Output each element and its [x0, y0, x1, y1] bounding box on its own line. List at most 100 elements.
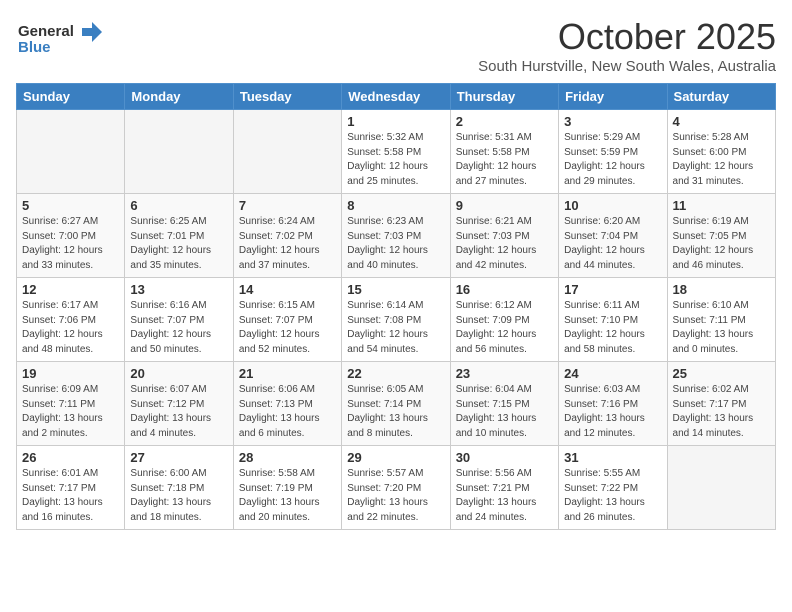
day-number: 26 [22, 450, 119, 465]
day-number: 18 [673, 282, 770, 297]
calendar-cell: 10 Sunrise: 6:20 AM Sunset: 7:04 PM Dayli… [559, 194, 667, 278]
week-row-2: 5Sunrise: 6:27 AM Sunset: 7:00 PM Daylig… [17, 194, 776, 278]
day-info: Sunrise: 6:19 AM Sunset: 7:05 PM Dayligh… [673, 215, 770, 273]
day-info: Sunrise: 6:14 AM Sunset: 7:08 PM Dayligh… [347, 299, 444, 357]
day-info: Sunrise: 5:58 AM Sunset: 7:19 PM Dayligh… [239, 467, 336, 525]
calendar-cell: 17 Sunrise: 6:11 AM Sunset: 7:10 PM Dayli… [559, 278, 667, 362]
day-info: Sunrise: 6:04 AM Sunset: 7:15 PM Dayligh… [456, 383, 553, 441]
header-wednesday: Wednesday [342, 84, 450, 110]
calendar-cell: 14 Sunrise: 6:15 AM Sunset: 7:07 PM Dayli… [233, 278, 341, 362]
day-number: 17 [564, 282, 661, 297]
day-number: 30 [456, 450, 553, 465]
logo: General Blue [16, 16, 106, 56]
day-number: 25 [673, 366, 770, 381]
day-info: Sunrise: 6:23 AM Sunset: 7:03 PM Dayligh… [347, 215, 444, 273]
day-info: Sunrise: 5:31 AM Sunset: 5:58 PM Dayligh… [456, 131, 553, 189]
calendar-cell: 11 Sunrise: 6:19 AM Sunset: 7:05 PM Dayli… [667, 194, 775, 278]
day-info: Sunrise: 6:05 AM Sunset: 7:14 PM Dayligh… [347, 383, 444, 441]
calendar-cell: 21Sunrise: 6:06 AM Sunset: 7:13 PM Dayli… [233, 362, 341, 446]
calendar-cell: 29Sunrise: 5:57 AM Sunset: 7:20 PM Dayli… [342, 446, 450, 530]
header-friday: Friday [559, 84, 667, 110]
day-number: 1 [347, 114, 444, 129]
day-info: Sunrise: 6:06 AM Sunset: 7:13 PM Dayligh… [239, 383, 336, 441]
header-thursday: Thursday [450, 84, 558, 110]
day-number: 28 [239, 450, 336, 465]
day-info: Sunrise: 6:21 AM Sunset: 7:03 PM Dayligh… [456, 215, 553, 273]
calendar-cell: 26 Sunrise: 6:01 AM Sunset: 7:17 PM Dayli… [17, 446, 125, 530]
day-number: 20 [130, 366, 227, 381]
header-row: SundayMondayTuesdayWednesdayThursdayFrid… [17, 84, 776, 110]
day-info: Sunrise: 5:28 AM Sunset: 6:00 PM Dayligh… [673, 131, 770, 189]
header-tuesday: Tuesday [233, 84, 341, 110]
calendar-cell: 12 Sunrise: 6:17 AM Sunset: 7:06 PM Dayli… [17, 278, 125, 362]
day-info: Sunrise: 5:56 AM Sunset: 7:21 PM Dayligh… [456, 467, 553, 525]
day-number: 8 [347, 198, 444, 213]
day-info: Sunrise: 6:01 AM Sunset: 7:17 PM Dayligh… [22, 467, 119, 525]
title-block: October 2025 South Hurstville, New South… [478, 16, 776, 75]
calendar-cell: 24 Sunrise: 6:03 AM Sunset: 7:16 PM Dayli… [559, 362, 667, 446]
day-info: Sunrise: 6:27 AM Sunset: 7:00 PM Dayligh… [22, 215, 119, 273]
day-number: 14 [239, 282, 336, 297]
calendar-cell: 2Sunrise: 5:31 AM Sunset: 5:58 PM Daylig… [450, 110, 558, 194]
month-title: October 2025 [478, 16, 776, 58]
calendar-cell: 7 Sunrise: 6:24 AM Sunset: 7:02 PM Daylig… [233, 194, 341, 278]
day-number: 19 [22, 366, 119, 381]
day-info: Sunrise: 6:17 AM Sunset: 7:06 PM Dayligh… [22, 299, 119, 357]
svg-text:Blue: Blue [18, 39, 51, 56]
calendar-cell [17, 110, 125, 194]
day-number: 12 [22, 282, 119, 297]
day-info: Sunrise: 5:29 AM Sunset: 5:59 PM Dayligh… [564, 131, 661, 189]
calendar-cell: 13Sunrise: 6:16 AM Sunset: 7:07 PM Dayli… [125, 278, 233, 362]
day-number: 11 [673, 198, 770, 213]
day-info: Sunrise: 6:11 AM Sunset: 7:10 PM Dayligh… [564, 299, 661, 357]
header-saturday: Saturday [667, 84, 775, 110]
day-info: Sunrise: 6:00 AM Sunset: 7:18 PM Dayligh… [130, 467, 227, 525]
day-number: 24 [564, 366, 661, 381]
day-number: 16 [456, 282, 553, 297]
calendar-cell: 23 Sunrise: 6:04 AM Sunset: 7:15 PM Dayli… [450, 362, 558, 446]
day-number: 29 [347, 450, 444, 465]
day-info: Sunrise: 6:02 AM Sunset: 7:17 PM Dayligh… [673, 383, 770, 441]
day-number: 15 [347, 282, 444, 297]
day-number: 9 [456, 198, 553, 213]
day-info: Sunrise: 5:32 AM Sunset: 5:58 PM Dayligh… [347, 131, 444, 189]
day-number: 23 [456, 366, 553, 381]
logo-container: General Blue [16, 16, 106, 56]
calendar-cell: 18Sunrise: 6:10 AM Sunset: 7:11 PM Dayli… [667, 278, 775, 362]
week-row-5: 26 Sunrise: 6:01 AM Sunset: 7:17 PM Dayli… [17, 446, 776, 530]
calendar-cell: 9 Sunrise: 6:21 AM Sunset: 7:03 PM Daylig… [450, 194, 558, 278]
day-info: Sunrise: 6:24 AM Sunset: 7:02 PM Dayligh… [239, 215, 336, 273]
calendar-cell: 16 Sunrise: 6:12 AM Sunset: 7:09 PM Dayli… [450, 278, 558, 362]
day-number: 7 [239, 198, 336, 213]
calendar-cell: 1 Sunrise: 5:32 AM Sunset: 5:58 PM Daylig… [342, 110, 450, 194]
day-number: 6 [130, 198, 227, 213]
day-info: Sunrise: 6:07 AM Sunset: 7:12 PM Dayligh… [130, 383, 227, 441]
day-number: 10 [564, 198, 661, 213]
day-number: 31 [564, 450, 661, 465]
day-info: Sunrise: 6:15 AM Sunset: 7:07 PM Dayligh… [239, 299, 336, 357]
calendar-cell: 15 Sunrise: 6:14 AM Sunset: 7:08 PM Dayli… [342, 278, 450, 362]
svg-text:General: General [18, 23, 74, 40]
calendar-cell [667, 446, 775, 530]
day-info: Sunrise: 6:16 AM Sunset: 7:07 PM Dayligh… [130, 299, 227, 357]
calendar-cell [125, 110, 233, 194]
location: South Hurstville, New South Wales, Austr… [478, 58, 776, 75]
calendar-cell: 8 Sunrise: 6:23 AM Sunset: 7:03 PM Daylig… [342, 194, 450, 278]
day-number: 4 [673, 114, 770, 129]
calendar-cell: 31Sunrise: 5:55 AM Sunset: 7:22 PM Dayli… [559, 446, 667, 530]
header-monday: Monday [125, 84, 233, 110]
calendar-cell: 5Sunrise: 6:27 AM Sunset: 7:00 PM Daylig… [17, 194, 125, 278]
calendar-cell: 3Sunrise: 5:29 AM Sunset: 5:59 PM Daylig… [559, 110, 667, 194]
logo-svg: General Blue [16, 16, 106, 56]
calendar-cell: 22 Sunrise: 6:05 AM Sunset: 7:14 PM Dayli… [342, 362, 450, 446]
day-info: Sunrise: 6:20 AM Sunset: 7:04 PM Dayligh… [564, 215, 661, 273]
day-number: 22 [347, 366, 444, 381]
header-sunday: Sunday [17, 84, 125, 110]
calendar-cell: 28 Sunrise: 5:58 AM Sunset: 7:19 PM Dayli… [233, 446, 341, 530]
week-row-4: 19Sunrise: 6:09 AM Sunset: 7:11 PM Dayli… [17, 362, 776, 446]
day-info: Sunrise: 6:03 AM Sunset: 7:16 PM Dayligh… [564, 383, 661, 441]
calendar-cell: 20 Sunrise: 6:07 AM Sunset: 7:12 PM Dayli… [125, 362, 233, 446]
page-header: General Blue October 2025 South Hurstvil… [16, 16, 776, 75]
day-info: Sunrise: 6:12 AM Sunset: 7:09 PM Dayligh… [456, 299, 553, 357]
week-row-3: 12 Sunrise: 6:17 AM Sunset: 7:06 PM Dayli… [17, 278, 776, 362]
